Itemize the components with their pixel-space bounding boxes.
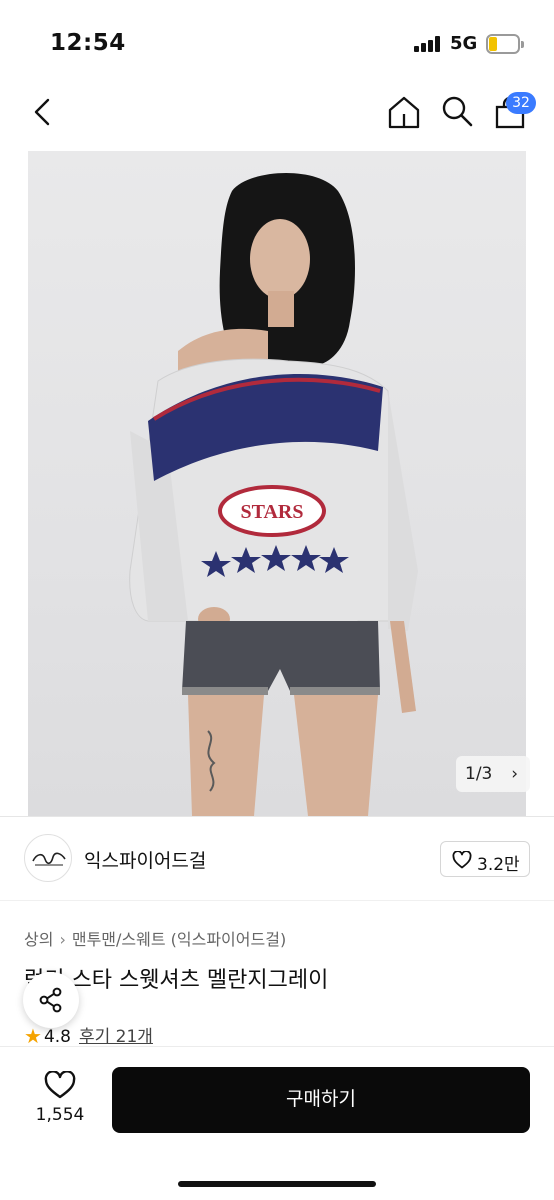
nav-bar: 32 — [0, 80, 554, 146]
buy-button[interactable]: 구매하기 — [112, 1067, 530, 1133]
wishlist-count: 1,554 — [35, 1105, 85, 1125]
signal-strength-icon — [414, 36, 442, 52]
product-image[interactable]: STARS — [28, 151, 526, 816]
search-icon — [442, 96, 473, 127]
bottom-bar: 1,554 구매하기 — [0, 1046, 554, 1200]
breadcrumb-item-category[interactable]: 상의 — [24, 930, 53, 949]
breadcrumb: 상의 › 맨투맨/스웨트 (익스파이어드걸) — [24, 926, 286, 950]
reviews-link[interactable]: 후기 21개 — [79, 1027, 153, 1047]
status-bar: 12:54 5G — [0, 0, 554, 80]
product-photo: STARS — [129, 172, 418, 816]
heart-icon — [44, 1071, 76, 1099]
search-button[interactable] — [440, 94, 474, 128]
home-indicator[interactable] — [178, 1181, 376, 1187]
status-time: 12:54 — [50, 30, 126, 56]
home-button[interactable] — [386, 94, 422, 130]
share-icon — [39, 987, 62, 1013]
rating-score: 4.8 — [43, 1027, 71, 1047]
breadcrumb-item-subcategory[interactable]: 맨투맨/스웨트 (익스파이어드걸) — [72, 930, 286, 949]
chevron-right-icon: › — [59, 930, 66, 949]
chevron-right-icon: › — [511, 764, 518, 784]
chevron-left-icon — [34, 98, 50, 126]
svg-text:STARS: STARS — [241, 501, 304, 523]
network-type: 5G — [450, 33, 478, 54]
battery-icon — [486, 34, 524, 54]
brand-like-count: 3.2만 — [477, 855, 520, 875]
cart-count-badge: 32 — [506, 92, 536, 114]
brand-row[interactable]: 익스파이어드걸 3.2만 — [0, 816, 554, 900]
brand-like-button[interactable]: 3.2만 — [440, 841, 530, 877]
star-icon: ★ — [24, 1024, 42, 1048]
back-button[interactable] — [28, 94, 58, 130]
brand-logo-image — [32, 852, 66, 866]
home-icon — [388, 96, 420, 129]
brand-name[interactable]: 익스파이어드걸 — [84, 846, 206, 873]
rating-row: ★ 4.8 후기 21개 — [24, 1022, 153, 1048]
share-button[interactable] — [23, 972, 79, 1028]
brand-logo[interactable] — [24, 834, 72, 882]
divider — [0, 900, 554, 901]
heart-icon — [452, 851, 472, 869]
image-counter-text: 1/3 — [465, 764, 493, 784]
wishlist-button[interactable]: 1,554 — [30, 1071, 90, 1131]
image-counter[interactable]: 1/3 › — [456, 756, 530, 792]
